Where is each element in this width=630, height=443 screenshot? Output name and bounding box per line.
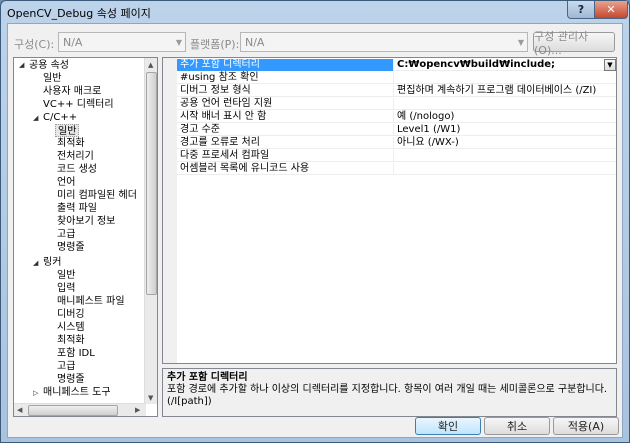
tree-item-vc-directories[interactable]: VC++ 디렉터리 (43, 98, 114, 111)
tree-item-cpp-command-line[interactable]: 명령줄 (57, 241, 85, 254)
help-button[interactable]: ? (567, 1, 595, 19)
property-row[interactable]: 다중 프로세서 컴파일 (177, 150, 616, 162)
description-title: 추가 포함 디렉터리 (167, 372, 248, 383)
apply-button[interactable]: 적용(A) (553, 417, 619, 435)
property-pages-window: OpenCV_Debug 속성 페이지 ? ✕ 구성(C): N/A ▼ 플랫폼… (0, 0, 630, 443)
scroll-right-icon[interactable]: ▶ (135, 406, 140, 414)
tree-item-linker[interactable]: 링커 (43, 256, 61, 269)
property-name: #using 참조 확인 (180, 72, 259, 83)
property-tree[interactable]: ◢ 공용 속성 일반 사용자 매크로 VC++ 디렉터리 ◢ C/C++ 일반 … (13, 57, 158, 417)
ok-button[interactable]: 확인 (415, 417, 481, 435)
scroll-left-icon[interactable]: ◀ (17, 406, 22, 414)
column-divider (393, 150, 394, 162)
chevron-down-icon: ▼ (517, 38, 524, 47)
tree-item-cpp-optimization[interactable]: 최적화 (57, 137, 85, 150)
tree-item-linker-debugging[interactable]: 디버깅 (57, 308, 85, 321)
property-name: 공용 언어 런타임 지원 (180, 98, 273, 109)
scroll-up-icon[interactable]: ▲ (148, 61, 153, 69)
column-divider (393, 111, 394, 123)
scroll-thumb[interactable] (146, 72, 157, 295)
property-value: 편집하며 계속하기 프로그램 데이터베이스 (/ZI) (397, 85, 597, 96)
platform-combo[interactable]: N/A ▼ (240, 32, 528, 52)
tree-item-cpp-output-files[interactable]: 출력 파일 (57, 202, 97, 215)
tree-items: ◢ 공용 속성 일반 사용자 매크로 VC++ 디렉터리 ◢ C/C++ 일반 … (14, 58, 146, 404)
property-name: 다중 프로세서 컴파일 (180, 150, 270, 161)
tree-item-cpp-browse-info[interactable]: 찾아보기 정보 (57, 215, 115, 228)
property-row[interactable]: 경고를 오류로 처리 아니요 (/WX-) (177, 137, 616, 149)
property-value: 예 (/nologo) (397, 111, 455, 122)
config-bar: 구성(C): N/A ▼ 플랫폼(P): N/A ▼ 구성 관리자(O)... (8, 24, 622, 57)
description-text: 포함 경로에 추가할 하나 이상의 디렉터리를 지정합니다. 항목이 여러 개일… (167, 384, 608, 407)
tree-item-common-general[interactable]: 일반 (43, 72, 61, 85)
property-name: 시작 배너 표시 안 함 (180, 111, 267, 122)
property-name: 디버그 정보 형식 (180, 85, 251, 96)
column-divider (393, 85, 394, 97)
property-value: 아니요 (/WX-) (397, 137, 459, 148)
dialog-client: 구성(C): N/A ▼ 플랫폼(P): N/A ▼ 구성 관리자(O)... … (7, 23, 623, 438)
tree-item-linker-input[interactable]: 입력 (57, 282, 75, 295)
collapse-icon[interactable]: ◢ (19, 61, 24, 69)
grid-gutter (163, 58, 177, 363)
tree-item-cpp[interactable]: C/C++ (43, 111, 77, 124)
collapse-icon[interactable]: ◢ (33, 114, 38, 122)
close-button[interactable]: ✕ (594, 1, 628, 19)
config-value: N/A (63, 36, 83, 49)
expand-icon[interactable]: ▷ (33, 389, 38, 397)
tree-item-linker-manifest[interactable]: 매니페스트 파일 (57, 295, 125, 308)
property-row[interactable]: 추가 포함 디렉터리 C:₩opencv₩build₩include; ▼ (177, 59, 616, 71)
property-grid: 추가 포함 디렉터리 C:₩opencv₩build₩include; ▼ #usin… (162, 57, 617, 364)
config-manager-button[interactable]: 구성 관리자(O)... (533, 30, 615, 57)
tree-item-cpp-advanced[interactable]: 고급 (57, 228, 75, 241)
column-divider (393, 163, 394, 175)
cancel-button[interactable]: 취소 (484, 417, 550, 435)
scroll-thumb[interactable] (28, 405, 118, 416)
tree-item-cpp-pch[interactable]: 미리 컴파일된 헤더 (57, 189, 137, 202)
window-title: OpenCV_Debug 속성 페이지 (7, 7, 151, 20)
property-name: 어셈블러 목록에 유니코드 사용 (180, 163, 310, 174)
description-panel: 추가 포함 디렉터리 포함 경로에 추가할 하나 이상의 디렉터리를 지정합니다… (162, 368, 617, 417)
tree-item-linker-embedded-idl[interactable]: 포함 IDL (57, 347, 95, 360)
tree-vertical-scrollbar[interactable]: ▲ ▼ (144, 58, 157, 404)
tree-item-linker-general[interactable]: 일반 (57, 269, 75, 282)
column-divider (393, 59, 394, 71)
column-divider (393, 98, 394, 110)
property-row[interactable]: 시작 배너 표시 안 함 예 (/nologo) (177, 111, 616, 123)
chevron-down-icon: ▼ (175, 38, 182, 47)
property-name: 추가 포함 디렉터리 (180, 59, 260, 70)
tree-item-cpp-language[interactable]: 언어 (57, 176, 75, 189)
property-value: Level1 (/W1) (397, 124, 461, 135)
platform-label: 플랫폼(P): (190, 38, 240, 51)
collapse-icon[interactable]: ◢ (33, 259, 38, 267)
property-row[interactable]: #using 참조 확인 (177, 72, 616, 84)
tree-horizontal-scrollbar[interactable]: ◀ ▶ (14, 403, 146, 416)
column-divider (393, 72, 394, 84)
scroll-down-icon[interactable]: ▼ (148, 394, 153, 402)
property-row[interactable]: 디버그 정보 형식 편집하며 계속하기 프로그램 데이터베이스 (/ZI) (177, 85, 616, 97)
dropdown-arrow-icon[interactable]: ▼ (604, 59, 616, 71)
tree-item-linker-command-line[interactable]: 명령줄 (57, 373, 85, 386)
tree-item-manifest-tool[interactable]: 매니페스트 도구 (43, 386, 111, 399)
property-row[interactable]: 공용 언어 런타임 지원 (177, 98, 616, 110)
property-name: 경고 수준 (180, 124, 220, 135)
tree-root[interactable]: 공용 속성 (29, 59, 69, 72)
column-divider (393, 124, 394, 136)
tree-item-user-macros[interactable]: 사용자 매크로 (43, 85, 101, 98)
property-name: 경고를 오류로 처리 (180, 137, 260, 148)
tree-item-linker-system[interactable]: 시스템 (57, 321, 85, 334)
platform-value: N/A (245, 36, 265, 49)
tree-item-cpp-preprocessor[interactable]: 전처리기 (57, 150, 94, 163)
title-bar[interactable]: OpenCV_Debug 속성 페이지 ? ✕ (1, 1, 629, 23)
property-row[interactable]: 경고 수준 Level1 (/W1) (177, 124, 616, 136)
column-divider (393, 137, 394, 149)
config-label: 구성(C): (14, 38, 55, 51)
tree-item-cpp-general[interactable]: 일반 (55, 124, 80, 137)
tree-item-linker-optimization[interactable]: 최적화 (57, 334, 85, 347)
tree-item-cpp-code-generation[interactable]: 코드 생성 (57, 163, 97, 176)
tree-item-linker-advanced[interactable]: 고급 (57, 360, 75, 373)
property-row[interactable]: 어셈블러 목록에 유니코드 사용 (177, 163, 616, 175)
property-value[interactable]: C:₩opencv₩build₩include; (397, 59, 555, 71)
config-combo[interactable]: N/A ▼ (58, 32, 186, 52)
